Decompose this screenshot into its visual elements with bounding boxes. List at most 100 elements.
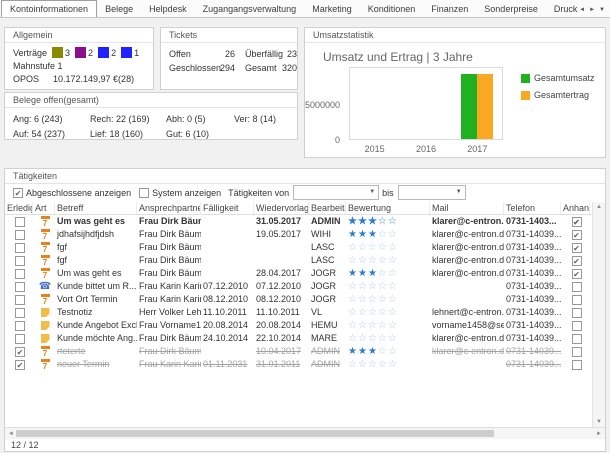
star-empty-icon[interactable]: ☆: [358, 359, 368, 370]
cell-bewertung[interactable]: ☆☆☆☆☆: [346, 358, 430, 371]
anhang-checkbox[interactable]: [572, 347, 582, 357]
tab-belege[interactable]: Belege: [97, 1, 141, 17]
cell-bewertung[interactable]: ☆☆☆☆☆: [346, 293, 430, 306]
star-empty-icon[interactable]: ☆: [378, 320, 388, 331]
star-empty-icon[interactable]: ☆: [358, 307, 368, 318]
cell-bewertung[interactable]: ☆☆☆☆☆: [346, 332, 430, 345]
star-empty-icon[interactable]: ☆: [368, 255, 378, 266]
star-empty-icon[interactable]: ☆: [388, 242, 398, 253]
star-empty-icon[interactable]: ☆: [378, 216, 388, 227]
table-row[interactable]: Kunde möchte Ang...Frau Dirk Bäumer24.10…: [5, 332, 592, 345]
tab-konditionen[interactable]: Konditionen: [360, 1, 424, 17]
column-header-falligkeit[interactable]: Fälligkeit: [201, 202, 254, 214]
anhang-checkbox[interactable]: [572, 334, 582, 344]
star-empty-icon[interactable]: ☆: [348, 333, 358, 344]
horizontal-scrollbar[interactable]: ◄ ►: [5, 427, 605, 439]
star-empty-icon[interactable]: ☆: [348, 320, 358, 331]
anhang-checkbox[interactable]: ✔: [572, 243, 582, 253]
star-empty-icon[interactable]: ☆: [358, 320, 368, 331]
tab-scroll-left-icon[interactable]: ◄: [579, 7, 585, 13]
taetigkeiten-von-select[interactable]: ▼: [293, 185, 379, 200]
scrollbar-thumb[interactable]: [16, 430, 494, 437]
anhang-checkbox[interactable]: [572, 321, 582, 331]
tab-scroll-right-icon[interactable]: ►: [589, 7, 595, 13]
star-empty-icon[interactable]: ☆: [358, 255, 368, 266]
star-filled-icon[interactable]: ★: [358, 346, 368, 357]
cell-bewertung[interactable]: ☆☆☆☆☆: [346, 306, 430, 319]
star-empty-icon[interactable]: ☆: [348, 281, 358, 292]
star-filled-icon[interactable]: ★: [348, 268, 358, 279]
cell-bewertung[interactable]: ★★★☆☆: [346, 215, 430, 228]
star-empty-icon[interactable]: ☆: [378, 242, 388, 253]
anhang-checkbox[interactable]: ✔: [572, 217, 582, 227]
column-header-bearbeiter[interactable]: Bearbeiter: [309, 202, 346, 214]
column-header-anhang[interactable]: Anhang: [561, 202, 590, 214]
star-empty-icon[interactable]: ☆: [388, 229, 398, 240]
erledigt-checkbox[interactable]: [15, 321, 25, 331]
column-header-art[interactable]: Art: [33, 202, 55, 214]
star-empty-icon[interactable]: ☆: [378, 229, 388, 240]
star-filled-icon[interactable]: ★: [358, 216, 368, 227]
anhang-checkbox[interactable]: [572, 295, 582, 305]
star-empty-icon[interactable]: ☆: [388, 320, 398, 331]
cell-bewertung[interactable]: ★★★☆☆: [346, 228, 430, 241]
star-empty-icon[interactable]: ☆: [378, 307, 388, 318]
star-empty-icon[interactable]: ☆: [378, 281, 388, 292]
table-row[interactable]: 7jdhafsijhdfjdshFrau Dirk Bäumer19.05.20…: [5, 228, 592, 241]
star-empty-icon[interactable]: ☆: [348, 359, 358, 370]
anhang-checkbox[interactable]: ✔: [572, 256, 582, 266]
star-empty-icon[interactable]: ☆: [378, 346, 388, 357]
star-empty-icon[interactable]: ☆: [388, 268, 398, 279]
star-empty-icon[interactable]: ☆: [368, 320, 378, 331]
tab-druckoptionen[interactable]: Druckoptionen: [546, 1, 577, 17]
anhang-checkbox[interactable]: [572, 360, 582, 370]
star-empty-icon[interactable]: ☆: [388, 359, 398, 370]
star-empty-icon[interactable]: ☆: [388, 333, 398, 344]
star-empty-icon[interactable]: ☆: [378, 359, 388, 370]
column-header-ansprechpartner[interactable]: Ansprechpartner: [137, 202, 201, 214]
cell-bewertung[interactable]: ★★★☆☆: [346, 267, 430, 280]
erledigt-checkbox[interactable]: ✔: [15, 360, 25, 370]
erledigt-checkbox[interactable]: [15, 295, 25, 305]
star-empty-icon[interactable]: ☆: [358, 294, 368, 305]
star-empty-icon[interactable]: ☆: [388, 255, 398, 266]
erledigt-checkbox[interactable]: [15, 334, 25, 344]
tab-zugangangsverwaltung[interactable]: Zugangangsverwaltung: [195, 1, 305, 17]
table-row[interactable]: 7fgfFrau Dirk BäumerLASC☆☆☆☆☆klarer@c-en…: [5, 254, 592, 267]
scroll-down-icon[interactable]: ▼: [596, 419, 602, 425]
scroll-left-icon[interactable]: ◄: [8, 431, 14, 437]
abgeschlossene-checkbox[interactable]: ✔: [13, 188, 23, 198]
erledigt-checkbox[interactable]: [15, 230, 25, 240]
star-empty-icon[interactable]: ☆: [348, 255, 358, 266]
star-filled-icon[interactable]: ★: [348, 229, 358, 240]
erledigt-checkbox[interactable]: [15, 243, 25, 253]
scroll-up-icon[interactable]: ▲: [596, 204, 602, 210]
star-empty-icon[interactable]: ☆: [378, 294, 388, 305]
table-row[interactable]: Kunde Angebot ExchFrau Vorname1458 .20.0…: [5, 319, 592, 332]
table-row[interactable]: ✔7rteterteFrau Dirk Bäumer10.04.2017ADMI…: [5, 345, 592, 358]
star-filled-icon[interactable]: ★: [348, 216, 358, 227]
star-empty-icon[interactable]: ☆: [388, 216, 398, 227]
tab-sonderpreise[interactable]: Sonderpreise: [476, 1, 546, 17]
star-filled-icon[interactable]: ★: [358, 268, 368, 279]
anhang-checkbox[interactable]: [572, 308, 582, 318]
star-empty-icon[interactable]: ☆: [358, 281, 368, 292]
table-row[interactable]: 7fgfFrau Dirk BäumerLASC☆☆☆☆☆klarer@c-en…: [5, 241, 592, 254]
star-filled-icon[interactable]: ★: [358, 229, 368, 240]
star-empty-icon[interactable]: ☆: [368, 307, 378, 318]
star-empty-icon[interactable]: ☆: [378, 333, 388, 344]
erledigt-checkbox[interactable]: [15, 217, 25, 227]
tab-marketing[interactable]: Marketing: [304, 1, 360, 17]
table-row[interactable]: 7Um was geht esFrau Dirk Bäumer31.05.201…: [5, 215, 592, 228]
star-empty-icon[interactable]: ☆: [388, 281, 398, 292]
star-empty-icon[interactable]: ☆: [348, 294, 358, 305]
column-header-wiedervorlage[interactable]: Wiedervorlage: [254, 202, 309, 214]
table-row[interactable]: TestnotizHerr Volker Lehnert11.10.201111…: [5, 306, 592, 319]
erledigt-checkbox[interactable]: [15, 308, 25, 318]
column-header-erledigt[interactable]: Erledigt: [5, 202, 33, 214]
column-header-mail[interactable]: Mail: [430, 202, 504, 214]
erledigt-checkbox[interactable]: [15, 269, 25, 279]
system-checkbox[interactable]: [139, 188, 149, 198]
cell-bewertung[interactable]: ★★★☆☆: [346, 345, 430, 358]
column-header-betreff[interactable]: Betreff: [55, 202, 137, 214]
